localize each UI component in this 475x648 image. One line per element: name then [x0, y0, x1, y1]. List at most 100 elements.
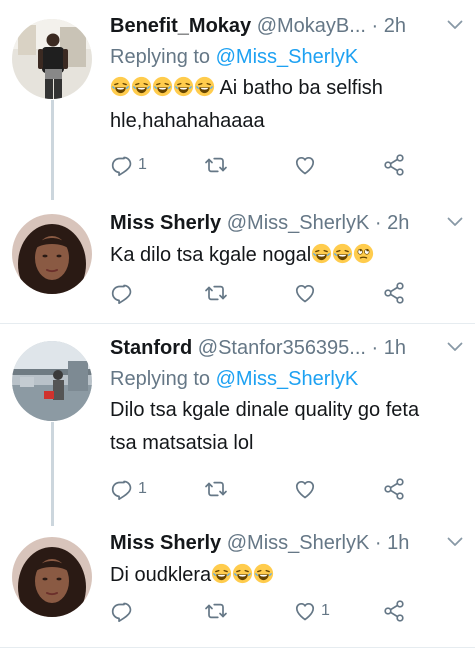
share-icon [382, 153, 406, 177]
display-name[interactable]: Miss Sherly [110, 212, 221, 234]
user-handle[interactable]: @Miss_SherlyK [227, 212, 370, 234]
tweet-body: Ka dilo tsa kgale nogal [110, 244, 312, 266]
avatar[interactable] [12, 214, 92, 294]
rolling-on-floor-laughing-emoji [194, 76, 215, 97]
separator-dot: · [371, 337, 379, 359]
retweet-button[interactable] [204, 278, 228, 308]
mention-link[interactable]: @Miss_SherlyK [216, 368, 359, 390]
like-button[interactable]: 1 [293, 596, 330, 626]
share-button[interactable] [382, 596, 406, 626]
separator-dot: · [374, 212, 382, 234]
like-button[interactable] [293, 150, 321, 180]
chevron-down-icon[interactable] [447, 342, 463, 352]
retweet-icon [204, 599, 228, 623]
tweet-text: Dilo tsa kgale dinale quality go feta ts… [110, 394, 465, 460]
tweet-content: Miss Sherly @Miss_SherlyK · 2h Ka dilo t… [110, 207, 465, 272]
rolling-on-floor-laughing-emoji [152, 76, 173, 97]
rolling-on-floor-laughing-emoji [173, 76, 194, 97]
retweet-button[interactable] [204, 596, 228, 626]
retweet-button[interactable] [204, 474, 228, 504]
display-name[interactable]: Stanford [110, 337, 192, 359]
reply-icon [110, 599, 134, 623]
chevron-down-icon[interactable] [447, 20, 463, 30]
heart-icon [293, 153, 317, 177]
reply-icon [110, 477, 134, 501]
like-count: 1 [321, 602, 330, 619]
rolling-on-floor-laughing-emoji [211, 563, 232, 584]
timestamp[interactable]: 2h [387, 212, 409, 234]
retweet-icon [204, 281, 228, 305]
heart-icon [293, 477, 317, 501]
reply-button[interactable]: 1 [110, 150, 147, 180]
share-button[interactable] [382, 278, 406, 308]
retweet-icon [204, 477, 228, 501]
tweet-actions: 1 [110, 150, 475, 180]
tweet-text: Ai batho ba selfish hle,hahahahaaaa [110, 72, 465, 138]
chevron-down-icon[interactable] [447, 537, 463, 547]
chevron-down-icon[interactable] [447, 217, 463, 227]
tweet-content: Benefit_Mokay @MokayB... · 2h Replying t… [110, 10, 465, 138]
user-handle[interactable]: @Miss_SherlyK [227, 532, 370, 554]
heart-icon [293, 281, 317, 305]
replying-to: Replying to @Miss_SherlyK [110, 42, 465, 72]
rolling-on-floor-laughing-emoji [110, 76, 131, 97]
avatar[interactable] [12, 537, 92, 617]
mention-link[interactable]: @Miss_SherlyK [216, 46, 359, 68]
tweet-actions [110, 278, 475, 308]
avatar[interactable] [12, 341, 92, 421]
rolling-on-floor-laughing-emoji [311, 243, 332, 264]
replying-to: Replying to @Miss_SherlyK [110, 364, 465, 394]
separator-dot: · [374, 532, 382, 554]
tweet-actions: 1 [110, 474, 475, 504]
timestamp[interactable]: 2h [384, 15, 406, 37]
tweet-body: Dilo tsa kgale dinale quality go feta ts… [110, 399, 420, 454]
tweet-content: Stanford @Stanfor356395... · 1h Replying… [110, 332, 465, 460]
reply-count: 1 [138, 480, 147, 497]
conversation-group: Stanford @Stanfor356395... · 1h Replying… [0, 324, 475, 648]
tweet-body: Di oudklera [110, 564, 212, 586]
user-handle[interactable]: @MokayB... [257, 15, 366, 37]
tweet-content: Miss Sherly @Miss_SherlyK · 1h Di oudkle… [110, 527, 465, 592]
share-icon [382, 281, 406, 305]
retweet-icon [204, 153, 228, 177]
avatar[interactable] [12, 19, 92, 99]
share-icon [382, 599, 406, 623]
heart-icon [293, 599, 317, 623]
replying-to-label: Replying to [110, 46, 211, 68]
tweet-actions: 1 [110, 596, 475, 626]
timestamp[interactable]: 1h [384, 337, 406, 359]
tweet-text: Di oudklera [110, 559, 465, 592]
tweet[interactable]: Stanford @Stanfor356395... · 1h Replying… [0, 324, 475, 522]
tweet-header: Stanford @Stanfor356395... · 1h [110, 332, 465, 364]
rolling-on-floor-laughing-emoji [253, 563, 274, 584]
reply-button[interactable] [110, 278, 138, 308]
like-button[interactable] [293, 278, 321, 308]
share-button[interactable] [382, 474, 406, 504]
like-button[interactable] [293, 474, 321, 504]
tweet[interactable]: Benefit_Mokay @MokayB... · 2h Replying t… [0, 0, 475, 196]
display-name[interactable]: Miss Sherly [110, 532, 221, 554]
reply-icon [110, 281, 134, 305]
tweet[interactable]: Miss Sherly @Miss_SherlyK · 1h Di oudkle… [0, 522, 475, 647]
share-button[interactable] [382, 150, 406, 180]
separator-dot: · [371, 15, 379, 37]
tweet-header: Benefit_Mokay @MokayB... · 2h [110, 10, 465, 42]
reply-icon [110, 153, 134, 177]
tweet-text: Ka dilo tsa kgale nogal [110, 239, 465, 272]
reply-button[interactable] [110, 596, 138, 626]
rolling-on-floor-laughing-emoji [131, 76, 152, 97]
reply-count: 1 [138, 156, 147, 173]
tweet-header: Miss Sherly @Miss_SherlyK · 1h [110, 527, 465, 559]
face-with-rolling-eyes-emoji [353, 243, 374, 264]
rolling-on-floor-laughing-emoji [332, 243, 353, 264]
user-handle[interactable]: @Stanfor356395... [198, 337, 366, 359]
replying-to-label: Replying to [110, 368, 211, 390]
rolling-on-floor-laughing-emoji [232, 563, 253, 584]
timestamp[interactable]: 1h [387, 532, 409, 554]
reply-button[interactable]: 1 [110, 474, 147, 504]
tweet[interactable]: Miss Sherly @Miss_SherlyK · 2h Ka dilo t… [0, 196, 475, 323]
share-icon [382, 477, 406, 501]
retweet-button[interactable] [204, 150, 228, 180]
conversation-group: Benefit_Mokay @MokayB... · 2h Replying t… [0, 0, 475, 324]
display-name[interactable]: Benefit_Mokay [110, 15, 251, 37]
